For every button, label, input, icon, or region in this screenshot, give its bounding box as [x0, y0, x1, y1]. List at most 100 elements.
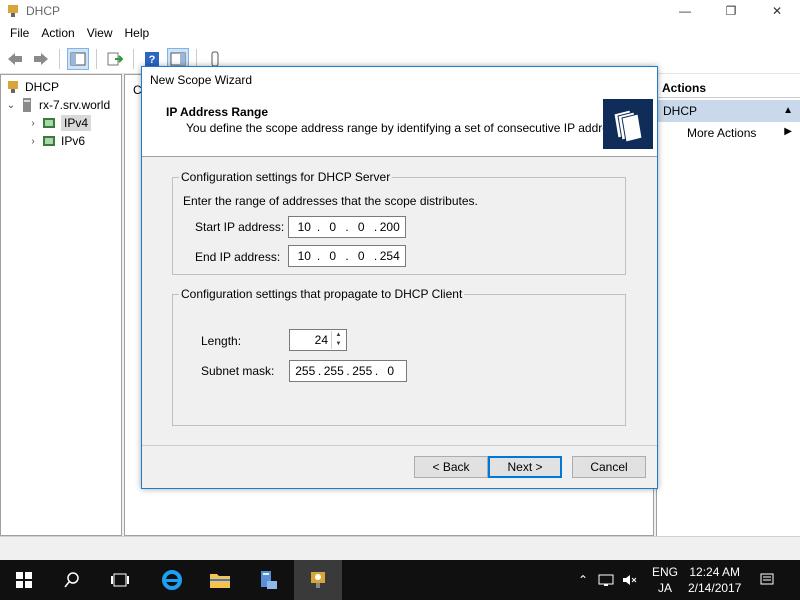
network-icon[interactable] — [598, 573, 614, 587]
menu-action[interactable]: Action — [35, 26, 80, 40]
collapse-up-icon[interactable]: ▲ — [783, 100, 793, 122]
task-view-icon — [111, 573, 129, 587]
subnet-mask-input[interactable]: 255. 255. 255. 0 — [289, 360, 407, 382]
end-ip-label: End IP address: — [195, 250, 281, 264]
wizard-heading: IP Address Range — [166, 105, 269, 119]
file-explorer-taskbar-button[interactable] — [196, 560, 244, 600]
clock-time: 12:24 AM — [689, 565, 741, 579]
length-spinner[interactable]: 24 ▲ ▼ — [289, 329, 347, 351]
toolbar-separator — [59, 48, 60, 69]
wizard-header: IP Address Range You define the scope ad… — [142, 93, 657, 157]
dhcp-taskbar-button[interactable] — [294, 560, 342, 600]
start-ip-octet-1[interactable]: 10 — [293, 220, 316, 234]
mask-octet-2[interactable]: 255 — [323, 364, 346, 378]
wizard-footer-separator — [142, 445, 657, 446]
end-ip-octet-4[interactable]: 254 — [379, 249, 402, 263]
wizard-subheading: You define the scope address range by id… — [186, 121, 637, 135]
cancel-button[interactable]: Cancel — [572, 456, 646, 478]
show-hidden-icons-chevron-up-icon[interactable]: ⌃ — [578, 573, 588, 587]
next-button[interactable]: Next > — [488, 456, 562, 478]
dhcp-server-settings-group: Configuration settings for DHCP Server E… — [172, 170, 626, 275]
action-center-button[interactable] — [752, 560, 782, 600]
taskbar: ⌃ ENG JA 12:24 AM 2/14/2017 — [0, 560, 800, 600]
back-button[interactable]: < Back — [414, 456, 488, 478]
chevron-right-icon[interactable]: › — [27, 118, 39, 129]
search-button[interactable] — [48, 560, 96, 600]
menu-file[interactable]: File — [4, 26, 35, 40]
search-icon — [64, 572, 79, 588]
server-manager-icon — [261, 571, 277, 589]
start-ip-octet-4[interactable]: 200 — [379, 220, 402, 234]
back-arrow-icon[interactable] — [4, 48, 26, 70]
maximize-button[interactable]: ❐ — [708, 0, 754, 22]
clock-date: 2/14/2017 — [688, 581, 742, 595]
end-ip-input[interactable]: 10. 0. 0. 254 — [288, 245, 406, 267]
close-button[interactable]: ✕ — [754, 0, 800, 22]
start-ip-input[interactable]: 10. 0. 0. 200 — [288, 216, 406, 238]
menu-bar: File Action View Help — [0, 22, 800, 44]
dhcp-icon — [311, 572, 325, 588]
windows-logo-icon — [16, 572, 32, 588]
dhcp-app-icon — [8, 5, 18, 17]
end-ip-octet-3[interactable]: 0 — [350, 249, 373, 263]
window-title: DHCP — [26, 4, 61, 18]
length-value[interactable]: 24 — [315, 333, 328, 347]
menu-view[interactable]: View — [81, 26, 119, 40]
tree-item-server[interactable]: ⌄ rx-7.srv.world — [5, 97, 110, 113]
folder-icon — [210, 574, 230, 588]
show-hide-tree-icon[interactable] — [67, 47, 89, 70]
tree-label-ipv4: IPv4 — [61, 115, 92, 131]
spin-down-icon[interactable]: ▼ — [332, 340, 345, 349]
tree-item-ipv4[interactable]: › IPv4 — [27, 115, 92, 131]
window-titlebar: DHCP — ❐ ✕ — [0, 0, 800, 22]
range-intro-text: Enter the range of addresses that the sc… — [183, 194, 478, 208]
console-tree: DHCP ⌄ rx-7.srv.world › IPv4 › IPv6 — [0, 74, 122, 536]
export-list-icon[interactable] — [104, 48, 126, 70]
length-label: Length: — [201, 334, 242, 348]
ipv6-icon — [43, 136, 55, 146]
tree-label-ipv6: IPv6 — [61, 134, 86, 148]
toolbar-separator — [96, 48, 97, 69]
dhcp-icon — [8, 81, 18, 93]
internet-explorer-icon — [162, 570, 182, 590]
end-ip-octet-1[interactable]: 10 — [293, 249, 316, 263]
actions-section-dhcp[interactable]: DHCP ▲ — [657, 100, 800, 122]
new-scope-wizard-dialog: New Scope Wizard IP Address Range You de… — [141, 66, 658, 489]
tree-label-dhcp: DHCP — [25, 80, 60, 94]
chevron-down-icon[interactable]: ⌄ — [5, 100, 17, 111]
tree-item-ipv6[interactable]: › IPv6 — [27, 133, 85, 149]
spin-up-icon[interactable]: ▲ — [332, 331, 345, 340]
end-ip-octet-2[interactable]: 0 — [322, 249, 345, 263]
start-button[interactable] — [0, 560, 48, 600]
scope-folders-icon — [603, 99, 653, 149]
ime-code: JA — [658, 581, 673, 595]
clock[interactable]: 12:24 AM 2/14/2017 — [688, 564, 741, 596]
internet-explorer-taskbar-button[interactable] — [148, 560, 196, 600]
mask-octet-4[interactable]: 0 — [380, 364, 403, 378]
svg-text:?: ? — [149, 54, 156, 66]
start-ip-octet-2[interactable]: 0 — [322, 220, 345, 234]
notification-icon — [760, 573, 774, 585]
subnet-mask-label: Subnet mask: — [201, 364, 275, 378]
tree-item-dhcp-root[interactable]: DHCP — [3, 79, 59, 95]
speaker-muted-icon[interactable] — [622, 573, 638, 587]
actions-pane: Actions DHCP ▲ More Actions ▶ — [656, 74, 800, 536]
minimize-button[interactable]: — — [662, 0, 708, 22]
server-manager-taskbar-button[interactable] — [244, 560, 292, 600]
start-ip-octet-3[interactable]: 0 — [350, 220, 373, 234]
task-view-button[interactable] — [96, 560, 144, 600]
mask-octet-3[interactable]: 255 — [351, 364, 374, 378]
chevron-right-icon[interactable]: › — [27, 136, 39, 147]
status-bar — [0, 536, 800, 560]
forward-arrow-icon[interactable] — [30, 48, 52, 70]
more-actions-item[interactable]: More Actions — [687, 126, 756, 140]
mask-octet-1[interactable]: 255 — [294, 364, 317, 378]
server-icon — [23, 98, 31, 112]
system-tray: ⌃ — [578, 560, 638, 600]
input-language-indicator[interactable]: ENG JA — [652, 564, 678, 596]
group-legend-server: Configuration settings for DHCP Server — [179, 170, 393, 184]
dhcp-client-settings-group: Configuration settings that propagate to… — [172, 287, 626, 426]
menu-help[interactable]: Help — [119, 26, 156, 40]
tree-label-server: rx-7.srv.world — [39, 98, 111, 112]
group-legend-client: Configuration settings that propagate to… — [179, 287, 465, 301]
